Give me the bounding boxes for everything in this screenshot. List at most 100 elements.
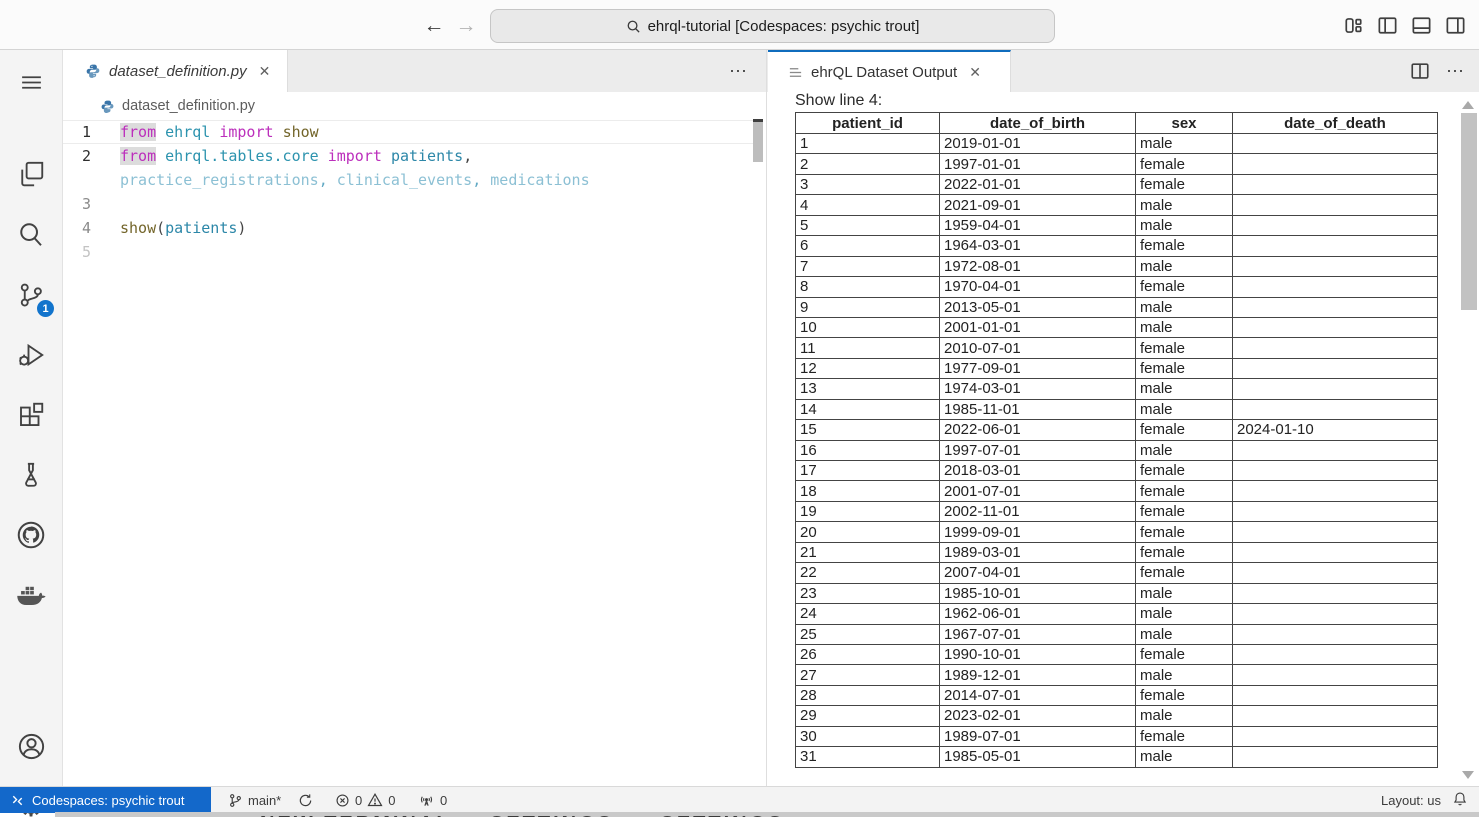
table-cell [1233, 134, 1438, 154]
sync-changes-item[interactable] [298, 787, 313, 813]
toggle-sidebar-icon[interactable] [1376, 14, 1399, 37]
table-cell: male [1136, 379, 1233, 399]
command-center-search[interactable]: ehrql-tutorial [Codespaces: psychic trou… [490, 9, 1055, 43]
table-cell [1233, 685, 1438, 705]
table-cell: 4 [796, 195, 940, 215]
ehrql-output-webview: Show line 4: patient_iddate_of_birthsexd… [767, 92, 1479, 786]
code-editor[interactable]: 1from ehrql import show2from ehrql.table… [63, 120, 753, 786]
table-cell: male [1136, 256, 1233, 276]
window-title: ehrql-tutorial [Codespaces: psychic trou… [648, 18, 920, 35]
table-cell: male [1136, 583, 1233, 603]
extensions-icon[interactable] [0, 391, 62, 439]
back-button[interactable]: ← [421, 13, 447, 39]
editor-scrollbar-thumb[interactable] [753, 122, 763, 162]
table-row: 12019-01-01male [796, 134, 1438, 154]
table-row: 172018-03-01female [796, 461, 1438, 481]
table-cell [1233, 195, 1438, 215]
scroll-up-arrow-icon[interactable] [1462, 101, 1474, 109]
keyboard-layout-item[interactable]: Layout: us [1381, 787, 1441, 813]
forward-button[interactable]: → [453, 13, 479, 39]
explorer-icon[interactable] [0, 150, 62, 198]
toggle-panel-icon[interactable] [1410, 14, 1433, 37]
column-header: sex [1136, 113, 1233, 134]
source-control-icon[interactable]: 1 [0, 271, 62, 319]
column-header: date_of_birth [940, 113, 1136, 134]
ports-item[interactable]: 0 [418, 787, 447, 813]
tab-dataset-definition[interactable]: dataset_definition.py ✕ [63, 50, 288, 92]
table-cell: 1997-01-01 [940, 154, 1136, 174]
table-row: 211989-03-01female [796, 542, 1438, 562]
tab-close-icon[interactable]: ✕ [965, 64, 985, 81]
output-more-actions[interactable]: ⋯ [1446, 61, 1465, 82]
docker-icon[interactable] [0, 571, 62, 619]
radio-tower-icon [418, 793, 435, 808]
editor-tab-bar: dataset_definition.py ✕ ⋯ [63, 50, 766, 92]
vscode-window: ← → ehrql-tutorial [Codespaces: psychic … [0, 0, 1479, 817]
toggle-secondary-sidebar-icon[interactable] [1444, 14, 1467, 37]
table-cell [1233, 174, 1438, 194]
breadcrumb[interactable]: dataset_definition.py [63, 92, 766, 120]
tab-label: dataset_definition.py [109, 63, 247, 80]
table-cell: female [1136, 726, 1233, 746]
table-cell: 2007-04-01 [940, 563, 1136, 583]
customize-layout-icon[interactable] [1342, 14, 1365, 37]
git-branch-icon [228, 793, 243, 808]
table-cell: 1967-07-01 [940, 624, 1136, 644]
scroll-down-arrow-icon[interactable] [1462, 771, 1474, 779]
table-cell: female [1136, 501, 1233, 521]
tab-ehrql-dataset-output[interactable]: ehrQL Dataset Output ✕ [768, 50, 1011, 92]
split-editor-icon[interactable] [1410, 61, 1430, 81]
table-row: 141985-11-01male [796, 399, 1438, 419]
table-cell [1233, 542, 1438, 562]
clipped-text-left: NEW TERMINAL [260, 813, 452, 817]
table-cell [1233, 604, 1438, 624]
table-row: 282014-07-01female [796, 685, 1438, 705]
table-cell: female [1136, 685, 1233, 705]
run-debug-icon[interactable] [0, 331, 62, 379]
table-row: 301989-07-01female [796, 726, 1438, 746]
account-icon[interactable] [0, 722, 62, 770]
menu-icon[interactable] [0, 58, 62, 106]
table-cell: male [1136, 317, 1233, 337]
table-cell: 1959-04-01 [940, 215, 1136, 235]
table-row: 92013-05-01male [796, 297, 1438, 317]
branch-item[interactable]: main* [228, 787, 281, 813]
table-cell: 1974-03-01 [940, 379, 1136, 399]
editor-more-actions[interactable]: ⋯ [729, 50, 748, 92]
errors-icon [335, 793, 350, 808]
table-cell: 1962-06-01 [940, 604, 1136, 624]
table-cell [1233, 583, 1438, 603]
table-row: 192002-11-01female [796, 501, 1438, 521]
remote-indicator[interactable]: Codespaces: psychic trout [0, 787, 211, 813]
table-cell: 1989-12-01 [940, 665, 1136, 685]
table-row: 201999-09-01female [796, 522, 1438, 542]
table-cell: 1964-03-01 [940, 236, 1136, 256]
table-cell [1233, 215, 1438, 235]
github-icon[interactable] [0, 511, 62, 559]
table-cell [1233, 358, 1438, 378]
table-body: 12019-01-01male21997-01-01female32022-01… [796, 134, 1438, 768]
search-icon [626, 19, 641, 34]
testing-flask-icon[interactable] [0, 451, 62, 499]
table-cell [1233, 297, 1438, 317]
table-cell: female [1136, 358, 1233, 378]
table-cell [1233, 154, 1438, 174]
table-cell: 25 [796, 624, 940, 644]
code-line: 3 [63, 192, 753, 216]
search-sidebar-icon[interactable] [0, 210, 62, 258]
branch-label: main* [248, 793, 281, 808]
tab-close-icon[interactable]: ✕ [255, 63, 275, 80]
table-cell [1233, 440, 1438, 460]
table-cell: female [1136, 420, 1233, 440]
table-row: 21997-01-01female [796, 154, 1438, 174]
table-cell: 30 [796, 726, 940, 746]
table-cell: male [1136, 297, 1233, 317]
table-cell: 17 [796, 461, 940, 481]
table-cell: 13 [796, 379, 940, 399]
table-row: 182001-07-01female [796, 481, 1438, 501]
notifications-bell-icon[interactable] [1451, 790, 1469, 808]
problems-item[interactable]: 0 0 [335, 787, 395, 813]
table-row: 152022-06-01female2024-01-10 [796, 420, 1438, 440]
column-header: patient_id [796, 113, 940, 134]
panel-scrollbar-thumb[interactable] [1461, 113, 1477, 310]
